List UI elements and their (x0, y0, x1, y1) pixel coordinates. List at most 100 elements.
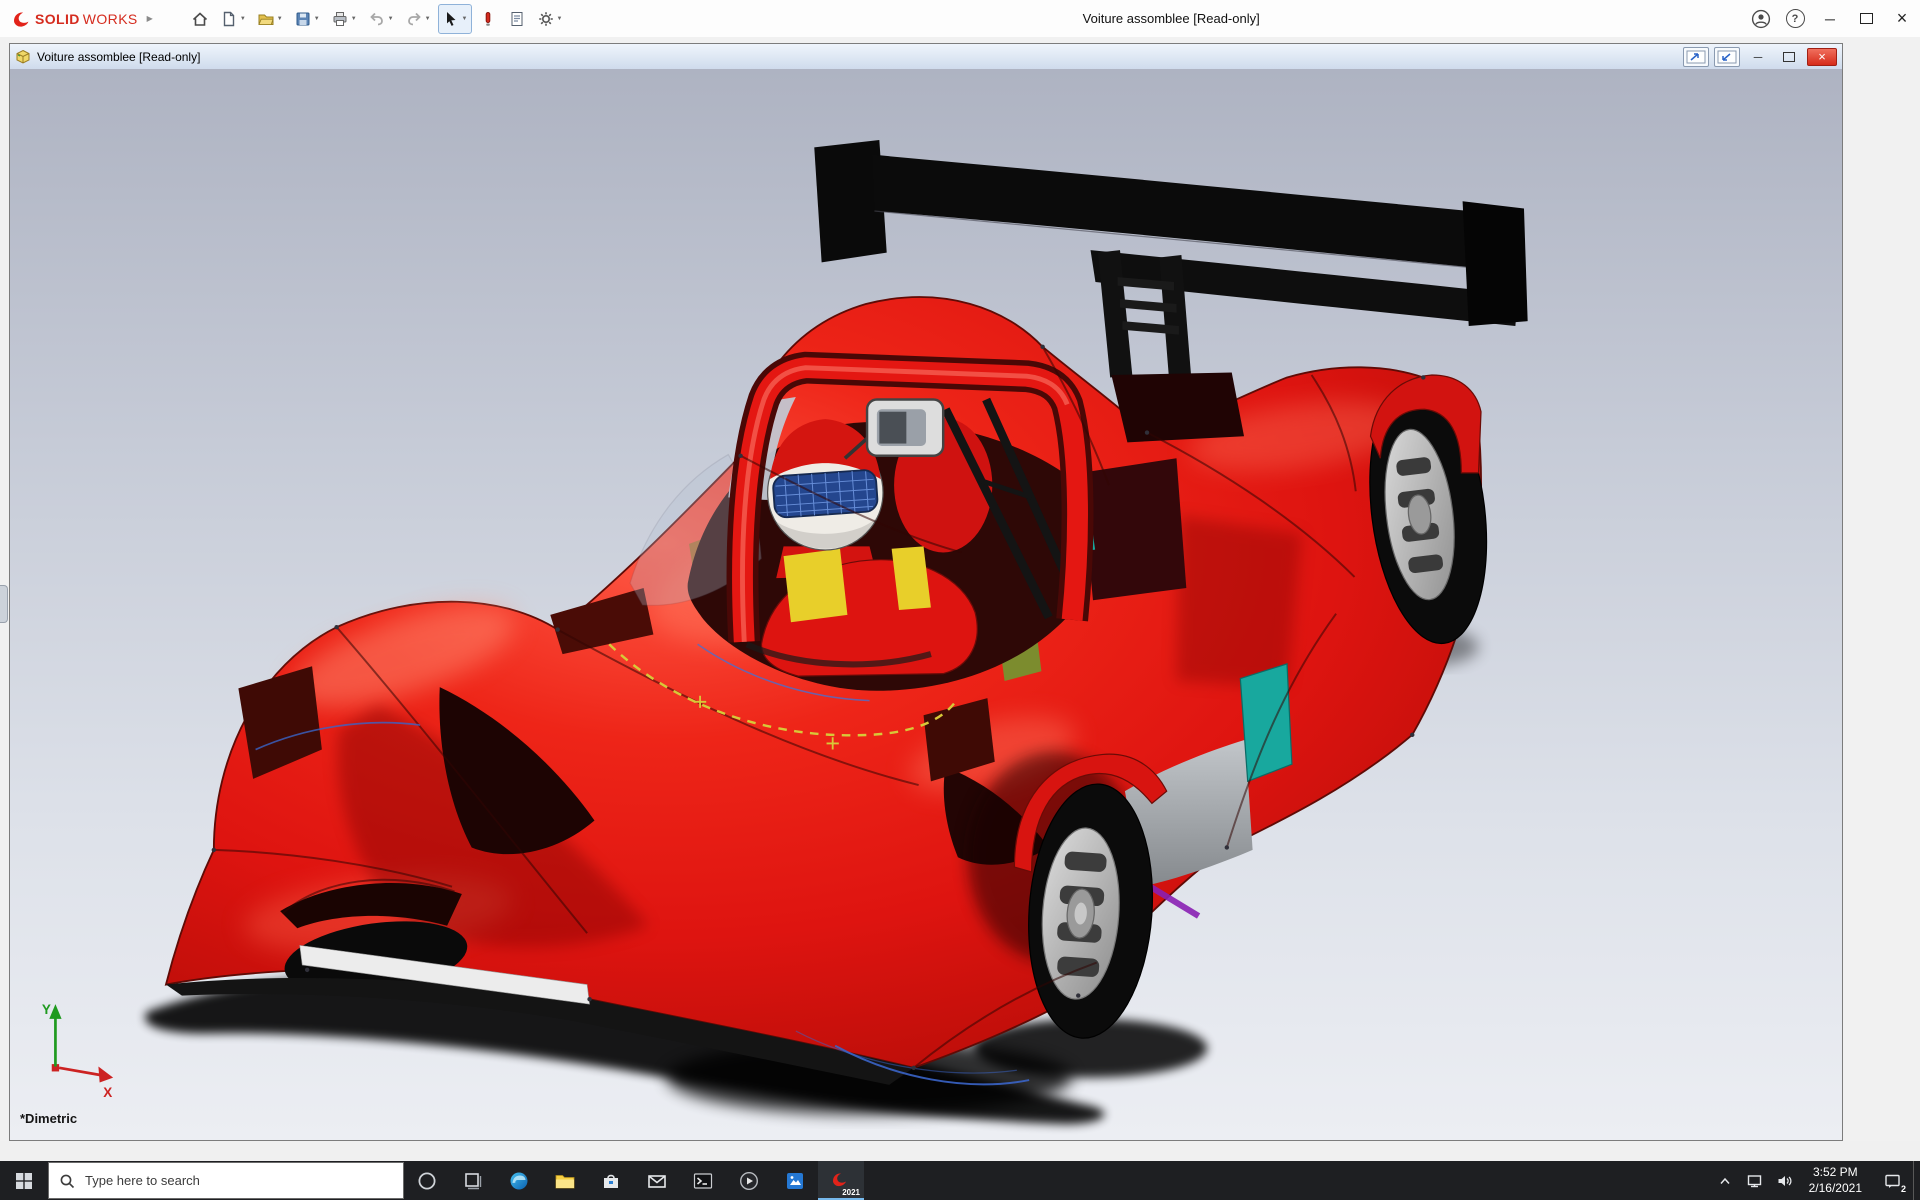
volume-icon (1776, 1172, 1793, 1189)
app-client-area: Voiture assomblee [Read-only] (0, 37, 1920, 1161)
print-button[interactable]: ▼ (327, 4, 361, 34)
dropdown-arrow-icon[interactable]: ▼ (351, 16, 357, 22)
media-app-button[interactable] (726, 1161, 772, 1200)
hidden-icons-button[interactable] (1710, 1161, 1740, 1200)
select-cursor-icon (442, 10, 460, 28)
status-bar (0, 1141, 1920, 1161)
store-icon (600, 1170, 622, 1192)
edge-icon (508, 1170, 530, 1192)
store-button[interactable] (588, 1161, 634, 1200)
taskbar-clock[interactable]: 3:52 PM 2/16/2021 (1800, 1165, 1871, 1196)
help-button[interactable]: ? (1782, 6, 1808, 32)
system-tray: 3:52 PM 2/16/2021 2 (1710, 1161, 1920, 1200)
terminal-icon (692, 1170, 714, 1192)
volume-tray-button[interactable] (1770, 1161, 1800, 1200)
mail-button[interactable] (634, 1161, 680, 1200)
windows-taskbar: 2021 3:52 PM (0, 1161, 1920, 1200)
help-icon: ? (1786, 9, 1805, 28)
touch-pen-icon (479, 10, 497, 28)
solidworks-brand: SOLIDWORKS ▶ (10, 8, 153, 30)
taskbar-search[interactable] (48, 1162, 404, 1199)
search-icon (59, 1173, 75, 1189)
maximize-button[interactable] (1848, 0, 1884, 37)
dropdown-arrow-icon[interactable]: ▼ (557, 16, 563, 22)
new-document-button[interactable]: ▼ (216, 4, 250, 34)
close-button[interactable]: × (1884, 0, 1920, 37)
cortana-button[interactable] (404, 1161, 450, 1200)
save-button[interactable]: ▼ (290, 4, 324, 34)
graphics-area[interactable]: Y X *Dimetric (10, 69, 1842, 1140)
open-button[interactable]: ▼ (253, 4, 287, 34)
close-icon: × (1897, 8, 1908, 29)
start-button[interactable] (0, 1161, 48, 1200)
minimize-button[interactable]: ─ (1812, 0, 1848, 37)
y-axis-label: Y (42, 1002, 51, 1017)
task-view-button[interactable] (450, 1161, 496, 1200)
photos-app-button[interactable] (772, 1161, 818, 1200)
select-tool-button[interactable]: ▼ (438, 4, 472, 34)
document-properties-button[interactable] (504, 4, 530, 34)
solidworks-logo-icon (10, 8, 32, 30)
terminal-button[interactable] (680, 1161, 726, 1200)
open-folder-icon (257, 10, 275, 28)
chevron-up-icon (1717, 1173, 1733, 1189)
brand-expand-caret[interactable]: ▶ (147, 14, 153, 23)
account-icon (1751, 9, 1771, 29)
document-window: Voiture assomblee [Read-only] (9, 43, 1843, 1141)
doc-restore-view-button[interactable] (1714, 47, 1740, 67)
network-tray-button[interactable] (1740, 1161, 1770, 1200)
show-desktop-button[interactable] (1913, 1161, 1920, 1200)
home-button[interactable] (187, 4, 213, 34)
action-center-button[interactable]: 2 (1871, 1161, 1913, 1200)
file-explorer-button[interactable] (542, 1161, 588, 1200)
edge-button[interactable] (496, 1161, 542, 1200)
windows-logo-icon (15, 1172, 33, 1190)
app-titlebar: SOLIDWORKS ▶ ▼ (0, 0, 1920, 38)
clock-date: 2/16/2021 (1809, 1181, 1862, 1197)
search-input[interactable] (83, 1172, 377, 1189)
print-icon (331, 10, 349, 28)
dropdown-arrow-icon[interactable]: ▼ (240, 16, 246, 22)
file-explorer-icon (554, 1170, 576, 1192)
undo-button[interactable]: ▼ (364, 4, 398, 34)
new-document-icon (220, 10, 238, 28)
window-title: Voiture assomblee [Read-only] (1083, 11, 1260, 26)
dropdown-arrow-icon[interactable]: ▼ (462, 16, 468, 22)
dropdown-arrow-icon[interactable]: ▼ (314, 16, 320, 22)
solidworks-app: SOLIDWORKS ▶ ▼ (0, 0, 1920, 1200)
touch-pen-button[interactable] (475, 4, 501, 34)
brand-works-text: WORKS (83, 11, 138, 27)
account-button[interactable] (1748, 6, 1774, 32)
view-orientation-label: *Dimetric (20, 1111, 77, 1126)
maximize-icon (1860, 13, 1873, 24)
redo-button[interactable]: ▼ (401, 4, 435, 34)
close-icon: × (1818, 50, 1826, 64)
doc-minimize-button[interactable]: ─ (1745, 47, 1771, 67)
panel-splitter-tab[interactable] (0, 585, 8, 623)
doc-maximize-button[interactable] (1776, 47, 1802, 67)
3d-scene[interactable]: Y X (10, 69, 1842, 1140)
media-app-icon (738, 1170, 760, 1192)
document-window-buttons: ─ × (1683, 47, 1837, 67)
solidworks-app-button[interactable]: 2021 (818, 1161, 864, 1200)
notification-count-badge: 2 (1901, 1184, 1906, 1194)
minimize-icon: ─ (1754, 50, 1763, 64)
home-icon (191, 10, 209, 28)
gear-icon (537, 10, 555, 28)
doc-fullscreen-button[interactable] (1683, 47, 1709, 67)
teal-panel (1240, 664, 1292, 782)
assembly-document-icon (15, 49, 31, 65)
dropdown-arrow-icon[interactable]: ▼ (388, 16, 394, 22)
document-titlebar[interactable]: Voiture assomblee [Read-only] (10, 44, 1842, 70)
action-center-icon (1883, 1171, 1902, 1190)
dropdown-arrow-icon[interactable]: ▼ (277, 16, 283, 22)
options-button[interactable]: ▼ (533, 4, 567, 34)
fullscreen-icon (1686, 50, 1706, 64)
brand-solid-text: SOLID (35, 11, 80, 27)
minimize-icon: ─ (1825, 11, 1835, 27)
document-title: Voiture assomblee [Read-only] (37, 50, 200, 64)
window-controls: ? ─ × (1744, 0, 1920, 37)
dropdown-arrow-icon[interactable]: ▼ (425, 16, 431, 22)
doc-close-button[interactable]: × (1807, 48, 1837, 66)
photos-app-icon (784, 1170, 806, 1192)
